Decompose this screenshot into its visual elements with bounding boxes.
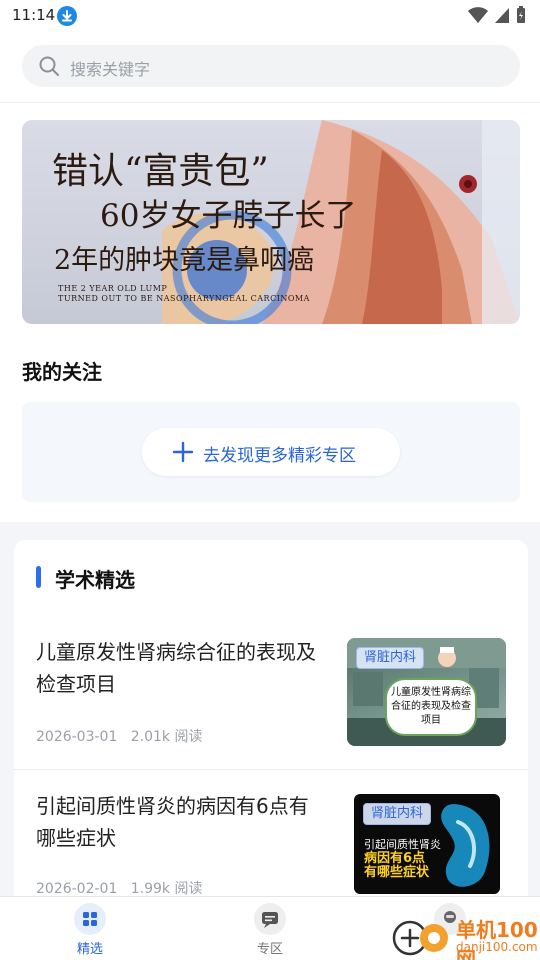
- tab-zone[interactable]: 专区: [225, 903, 315, 957]
- plus-icon: [172, 441, 194, 467]
- category-tag: 肾脏内科: [363, 803, 432, 825]
- section-accent-bar: [36, 566, 41, 588]
- watermark-logo: [392, 920, 448, 956]
- follow-title: 我的关注: [22, 360, 102, 384]
- article-reads: 2.01k 阅读: [130, 729, 203, 745]
- tab-label: 精选: [76, 942, 103, 957]
- thumbnail-caption-line3: 有哪些症状: [364, 865, 430, 880]
- thumbnail-caption-line1: 引起间质性肾炎: [364, 838, 441, 851]
- discover-more-button[interactable]: 去发现更多精彩专区: [142, 428, 400, 476]
- wifi-icon: [468, 7, 488, 23]
- section-title: 学术精选: [55, 568, 135, 592]
- search-icon: [38, 55, 60, 81]
- article-date: 2026-03-01: [36, 729, 118, 745]
- article-date: 2026-02-01: [36, 881, 118, 897]
- tab-featured[interactable]: 精选: [45, 903, 135, 957]
- academic-card: 学术精选 儿童原发性肾病综合征的表现及检查项目 2026-03-01 2.01k…: [14, 540, 528, 900]
- banner-headline-3: 2年的肿块竟是鼻咽癌: [54, 245, 315, 276]
- banner[interactable]: 错认“富贵包” 60岁女子脖子长了 2年的肿块竟是鼻咽癌 THE 2 YEAR …: [22, 120, 520, 324]
- follow-panel: 去发现更多精彩专区: [22, 402, 520, 502]
- article-title[interactable]: 引起间质性肾炎的病因有6点有哪些症状: [36, 790, 326, 854]
- article-title[interactable]: 儿童原发性肾病综合征的表现及检查项目: [36, 636, 326, 700]
- banner-english-2: TURNED OUT TO BE NASOPHARYNGEAL CARCINOM…: [58, 294, 310, 303]
- status-time: 11:14: [12, 6, 56, 24]
- banner-english-1: THE 2 YEAR OLD LUMP: [58, 284, 168, 293]
- tab-label: 专区: [256, 942, 283, 957]
- category-tag: 肾脏内科: [356, 647, 425, 669]
- site-watermark: 单机100网 danji100.com: [388, 912, 538, 960]
- article-reads: 1.99k 阅读: [130, 881, 203, 897]
- article-thumbnail[interactable]: 肾脏内科 引起间质性肾炎 病因有6点 有哪些症状: [354, 794, 500, 894]
- search-placeholder[interactable]: 搜索关键字: [70, 56, 150, 80]
- system-icons: [468, 6, 526, 24]
- article-item[interactable]: 引起间质性肾炎的病因有6点有哪些症状 2026-02-01 1.99k 阅读 肾…: [14, 769, 528, 900]
- thumbnail-caption: 儿童原发性肾病综合征的表现及检查项目: [385, 678, 477, 736]
- thumbnail-caption: 引起间质性肾炎 病因有6点 有哪些症状: [364, 838, 441, 880]
- chat-icon: [254, 903, 286, 935]
- top-section: 搜索关键字 错认“富贵包” 60岁女子脖子长了 2年的肿块竟是鼻咽癌 THE 2…: [0, 32, 540, 522]
- signal-icon: [495, 8, 509, 23]
- battery-icon: [517, 6, 525, 23]
- article-thumbnail[interactable]: 肾脏内科 儿童原发性肾病综合征的表现及检查项目: [347, 638, 506, 746]
- article-item[interactable]: 儿童原发性肾病综合征的表现及检查项目 2026-03-01 2.01k 阅读 肾…: [14, 620, 528, 770]
- discover-more-label[interactable]: 去发现更多精彩专区: [203, 441, 356, 466]
- banner-headline-2: 60岁女子脖子长了: [100, 198, 357, 234]
- article-meta: 2026-02-01 1.99k 阅读: [36, 878, 202, 898]
- status-bar: 11:14: [0, 0, 540, 32]
- search-bar[interactable]: 搜索关键字: [22, 45, 520, 87]
- header-divider: [0, 102, 540, 103]
- download-icon: [57, 6, 77, 26]
- banner-headline-1: 错认“富贵包”: [52, 151, 269, 192]
- watermark-url: danji100.com: [456, 940, 538, 954]
- thumbnail-caption-line2: 病因有6点: [364, 851, 426, 866]
- article-meta: 2026-03-01 2.01k 阅读: [36, 726, 202, 746]
- grid-icon: [74, 903, 106, 935]
